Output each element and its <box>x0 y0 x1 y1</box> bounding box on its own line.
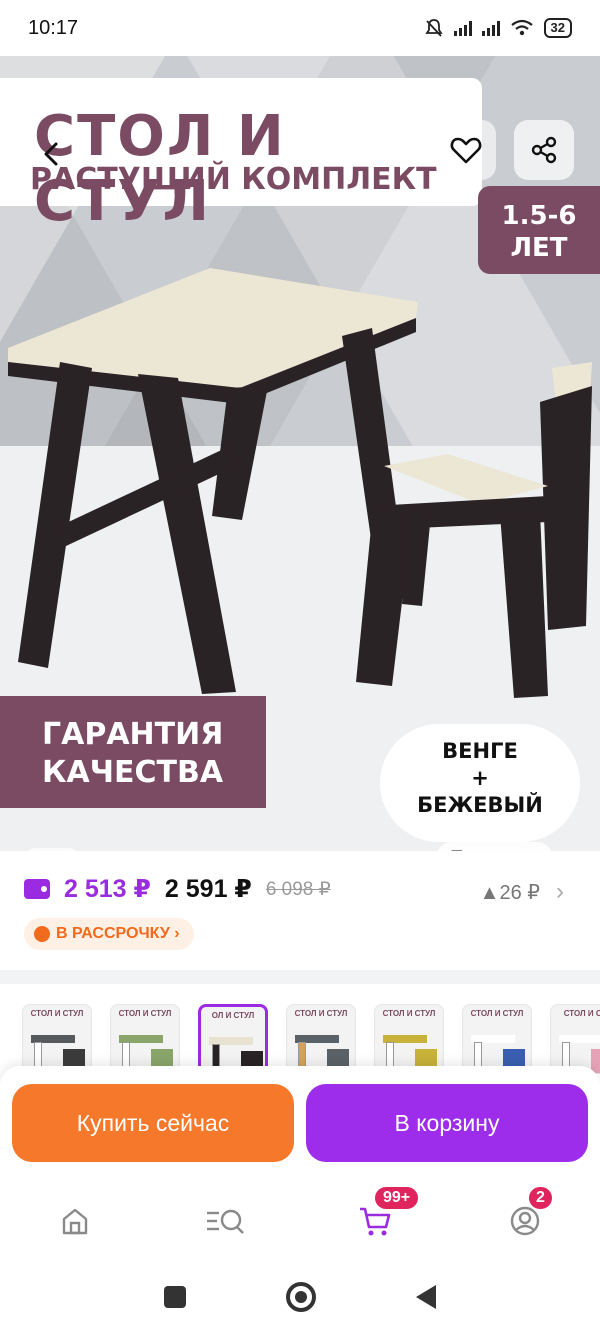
variant-title: СТОЛ И СТУЛ <box>118 1009 172 1018</box>
back-button[interactable] <box>22 124 82 184</box>
wallet-icon <box>24 879 50 899</box>
bottom-navigation: 99+ 2 <box>0 1176 600 1262</box>
back-system-icon[interactable] <box>416 1285 436 1309</box>
nav-cart[interactable]: 99+ <box>345 1185 421 1251</box>
heart-icon <box>450 137 482 164</box>
home-system-icon[interactable] <box>286 1282 316 1312</box>
variant-title: СТОЛ И СТУЛ <box>470 1009 524 1018</box>
variant-thumbnails: СТОЛ И СТУЛ СТОЛ И СТУЛ ОЛ И СТУЛ СТОЛ И СТ… <box>22 1004 600 1074</box>
chevron-left-icon <box>44 142 58 166</box>
card-price: 2 513 ₽ <box>64 875 151 903</box>
age-unit: ЛЕТ <box>510 233 568 263</box>
installment-label: В РАССРОЧКУ › <box>56 925 180 942</box>
variant-desk-top <box>209 1037 253 1045</box>
variant-title: СТОЛ И СТУЛ <box>294 1009 348 1018</box>
price-row: 2 513 ₽ 2 591 ₽ 6 098 ₽ <box>24 874 331 904</box>
cart-badge: 99+ <box>373 1185 421 1211</box>
variant-desk-top <box>471 1035 515 1043</box>
variant-thumbnail[interactable]: ОЛ И СТУЛ <box>198 1004 268 1074</box>
guarantee-badge: ГАРАНТИЯ КАЧЕСТВА <box>0 696 266 808</box>
product-image-carousel[interactable]: СТОЛ И СТУЛ РАСТУЩИЙ КОМПЛЕКТ 1.5-6 ЛЕТ … <box>0 56 600 851</box>
wifi-icon <box>510 19 533 36</box>
variant-title: СТОЛ И СТУЛ <box>382 1009 436 1018</box>
color-badge: ВЕНГЕ + БЕЖЕВЫЙ <box>380 724 580 842</box>
hero-subtitle: РАСТУЩИЙ КОМПЛЕКТ <box>30 162 437 197</box>
variant-title: СТОЛ И СТ <box>563 1009 600 1018</box>
battery-icon: 32 <box>543 18 572 38</box>
nav-home[interactable] <box>45 1191 105 1251</box>
installment-icon <box>34 926 50 942</box>
price-delta-value: ▲26 ₽ <box>479 881 540 904</box>
system-navigation <box>0 1262 600 1332</box>
favorite-button[interactable] <box>436 120 496 180</box>
old-price: 6 098 ₽ <box>265 878 331 900</box>
variant-desk-top <box>119 1035 163 1043</box>
color-line3: БЕЖЕВЫЙ <box>417 793 543 817</box>
guarantee-line2: КАЧЕСТВА <box>42 755 224 790</box>
guarantee-line1: ГАРАНТИЯ <box>42 717 224 752</box>
variant-thumbnail[interactable]: СТОЛ И СТ <box>550 1004 600 1074</box>
main-price: 2 591 ₽ <box>164 875 252 903</box>
signal-icon <box>453 20 472 36</box>
variant-thumbnail[interactable]: СТОЛ И СТУЛ <box>374 1004 444 1074</box>
variant-thumbnail[interactable]: СТОЛ И СТУЛ <box>22 1004 92 1074</box>
variant-desk-top <box>383 1035 427 1043</box>
variant-thumbnail[interactable]: СТОЛ И СТУЛ <box>462 1004 532 1074</box>
price-block: 2 513 ₽ 2 591 ₽ 6 098 ₽ ▲26 ₽ › В РАССРО… <box>0 852 600 970</box>
variant-thumbnail[interactable]: СТОЛ И СТУЛ <box>286 1004 356 1074</box>
chevron-right-icon: › <box>556 878 564 905</box>
variant-title: ОЛ И СТУЛ <box>211 1011 255 1020</box>
variant-desk-top <box>559 1035 600 1043</box>
color-line1: ВЕНГЕ <box>442 739 518 763</box>
variant-title: СТОЛ И СТУЛ <box>30 1009 84 1018</box>
variant-desk-top <box>295 1035 339 1043</box>
share-button[interactable] <box>514 120 574 180</box>
status-icons: 32 <box>424 18 572 38</box>
share-icon <box>531 136 557 164</box>
status-bar: 10:17 32 <box>0 0 600 56</box>
price-delta[interactable]: ▲26 ₽ › <box>480 878 564 906</box>
variant-selector: СТОЛ И СТУЛ СТОЛ И СТУЛ ОЛ И СТУЛ СТОЛ И СТ… <box>0 984 600 1074</box>
profile-badge: 2 <box>527 1185 554 1211</box>
age-badge: 1.5-6 ЛЕТ <box>478 186 600 274</box>
nav-profile[interactable]: 2 <box>495 1185 555 1251</box>
color-line2: + <box>471 766 489 790</box>
variant-thumbnail[interactable]: СТОЛ И СТУЛ <box>110 1004 180 1074</box>
nav-catalog[interactable] <box>195 1191 255 1251</box>
catalog-search-icon <box>207 1209 244 1234</box>
variant-desk-top <box>31 1035 75 1043</box>
similar-button[interactable]: Похожие › <box>436 842 554 851</box>
age-range: 1.5-6 <box>501 201 577 231</box>
signal-2-icon <box>481 20 500 36</box>
recents-icon[interactable] <box>164 1286 186 1308</box>
section-divider <box>0 970 600 984</box>
status-time: 10:17 <box>28 16 79 39</box>
add-to-cart-button[interactable]: В корзину <box>306 1084 588 1162</box>
home-icon <box>62 1208 88 1235</box>
installment-button[interactable]: В РАССРОЧКУ › <box>24 918 194 950</box>
buy-now-button[interactable]: Купить сейчас <box>12 1084 294 1162</box>
mute-icon <box>424 19 443 37</box>
image-counter: 1/ 5 <box>22 848 82 851</box>
action-bar: Купить сейчас В корзину <box>0 1066 600 1176</box>
